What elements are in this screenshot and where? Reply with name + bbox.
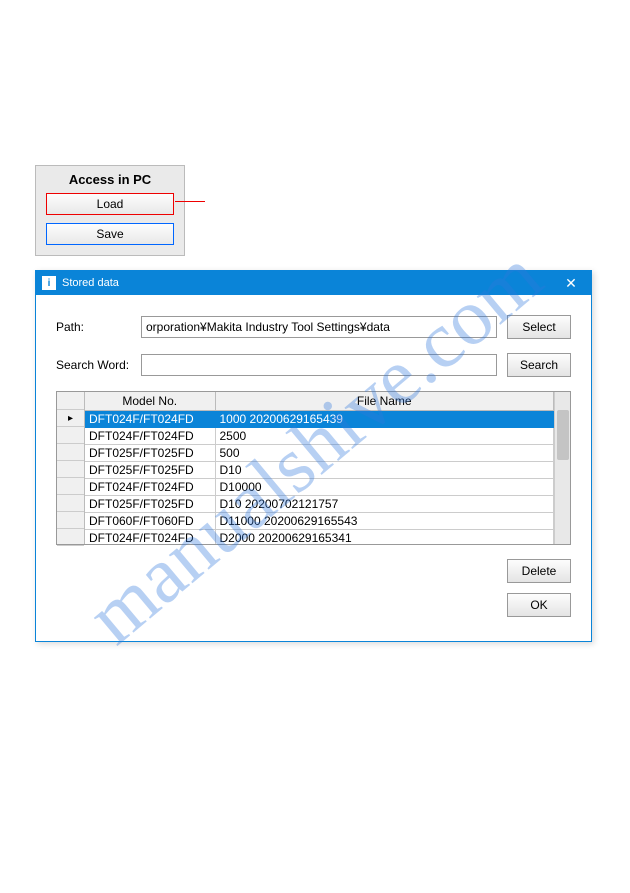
load-button[interactable]: Load xyxy=(46,193,174,215)
stored-data-dialog: i Stored data ✕ Path: Select Search Word… xyxy=(35,270,592,642)
search-button[interactable]: Search xyxy=(507,353,571,377)
callout-line xyxy=(175,201,205,202)
table-row[interactable]: DFT024F/FT024FDD10000 xyxy=(85,478,554,495)
table-row[interactable]: DFT025F/FT025FDD10 xyxy=(85,461,554,478)
table-row[interactable]: DFT060F/FT060FDD11000 20200629165543 xyxy=(85,512,554,529)
access-panel-title: Access in PC xyxy=(46,172,174,187)
cell-file-name: 1000 20200629165439 xyxy=(215,410,554,427)
cell-file-name: 2500 xyxy=(215,427,554,444)
cell-model-no: DFT024F/FT024FD xyxy=(85,529,215,544)
row-header-gutter: ▸ xyxy=(57,392,85,544)
cell-file-name: D10 20200702121757 xyxy=(215,495,554,512)
cell-model-no: DFT024F/FT024FD xyxy=(85,478,215,495)
cell-model-no: DFT025F/FT025FD xyxy=(85,444,215,461)
row-indicator-icon: ▸ xyxy=(57,410,84,427)
data-grid: ▸ Model No. File Name DFT024 xyxy=(56,391,571,545)
cell-model-no: DFT024F/FT024FD xyxy=(85,427,215,444)
cell-model-no: DFT060F/FT060FD xyxy=(85,512,215,529)
select-button[interactable]: Select xyxy=(507,315,571,339)
path-label: Path: xyxy=(56,320,131,334)
table-row[interactable]: DFT024F/FT024FD2500 xyxy=(85,427,554,444)
dialog-titlebar: i Stored data ✕ xyxy=(36,271,591,295)
table-row[interactable]: DFT025F/FT025FDD10 20200702121757 xyxy=(85,495,554,512)
ok-button[interactable]: OK xyxy=(507,593,571,617)
table-row[interactable]: DFT024F/FT024FD1000 20200629165439 xyxy=(85,410,554,427)
cell-file-name: D10000 xyxy=(215,478,554,495)
close-icon: ✕ xyxy=(565,275,577,292)
cell-file-name: D2000 20200629165341 xyxy=(215,529,554,544)
cell-file-name: 500 xyxy=(215,444,554,461)
close-button[interactable]: ✕ xyxy=(551,271,591,295)
app-icon: i xyxy=(42,276,56,290)
table-row[interactable]: DFT024F/FT024FDD2000 20200629165341 xyxy=(85,529,554,544)
cell-file-name: D10 xyxy=(215,461,554,478)
save-button[interactable]: Save xyxy=(46,223,174,245)
col-model-no[interactable]: Model No. xyxy=(85,392,215,410)
cell-file-name: D11000 20200629165543 xyxy=(215,512,554,529)
cell-model-no: DFT025F/FT025FD xyxy=(85,495,215,512)
scroll-thumb[interactable] xyxy=(557,410,569,460)
vertical-scrollbar[interactable] xyxy=(554,392,570,544)
col-file-name[interactable]: File Name xyxy=(215,392,554,410)
cell-model-no: DFT025F/FT025FD xyxy=(85,461,215,478)
path-input[interactable] xyxy=(141,316,497,338)
data-table[interactable]: Model No. File Name DFT024F/FT024FD1000 … xyxy=(85,392,554,544)
dialog-title: Stored data xyxy=(62,277,119,289)
table-row[interactable]: DFT025F/FT025FD500 xyxy=(85,444,554,461)
search-input[interactable] xyxy=(141,354,497,376)
search-word-label: Search Word: xyxy=(56,358,131,372)
cell-model-no: DFT024F/FT024FD xyxy=(85,410,215,427)
delete-button[interactable]: Delete xyxy=(507,559,571,583)
access-in-pc-panel: Access in PC Load Save xyxy=(35,165,185,256)
